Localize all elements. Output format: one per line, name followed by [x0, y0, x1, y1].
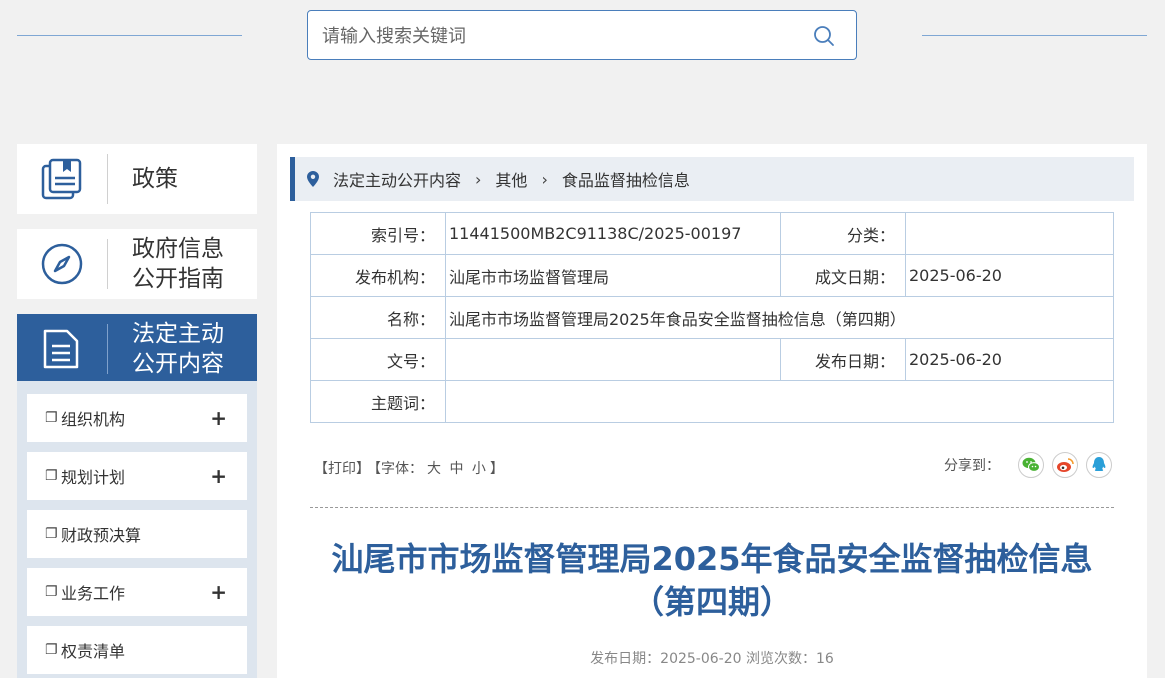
breadcrumb-item[interactable]: 其他: [495, 167, 527, 191]
category-guide[interactable]: 政府信息 公开指南: [17, 229, 257, 299]
breadcrumb-item[interactable]: 食品监督抽检信息: [562, 167, 690, 191]
category-label: 法定主动 公开内容: [132, 314, 224, 384]
written-date-label: 成文日期：: [780, 254, 906, 297]
wechat-share-icon[interactable]: [1018, 452, 1044, 478]
category-separator: [107, 324, 108, 374]
chevron-right-icon: ›: [475, 169, 482, 189]
expand-icon[interactable]: +: [210, 406, 227, 430]
docno-label: 文号：: [310, 338, 446, 381]
subnav-label: 组织机构: [61, 410, 126, 429]
header-divider-right: [922, 35, 1147, 36]
breadcrumb-item[interactable]: 法定主动公开内容: [333, 167, 461, 191]
chevron-right-icon: ›: [541, 169, 548, 189]
copy-icon: ❐: [45, 410, 58, 426]
category-separator: [107, 239, 108, 289]
index-label: 索引号：: [310, 212, 446, 255]
share-label: 分享到：: [944, 458, 1000, 474]
subnav-item-organization[interactable]: ❐ 组织机构 +: [27, 394, 247, 442]
category-separator: [107, 154, 108, 204]
copy-icon: ❐: [45, 584, 58, 600]
search-input[interactable]: [322, 23, 792, 49]
article-title-line2: （第四期）: [631, 583, 792, 621]
document-icon: [43, 329, 79, 369]
location-pin-icon: [307, 171, 319, 187]
font-medium-button[interactable]: 中: [449, 461, 463, 477]
search-icon[interactable]: [812, 24, 836, 48]
compass-icon: [41, 243, 83, 285]
table-row: 索引号： 11441500MB2C91138C/2025-00197 分类：: [310, 212, 1114, 255]
weibo-share-icon[interactable]: [1052, 452, 1078, 478]
copy-icon: ❐: [45, 468, 58, 484]
category-value: [905, 212, 1114, 255]
index-value: 11441500MB2C91138C/2025-00197: [445, 212, 781, 255]
name-value: 汕尾市市场监督管理局2025年食品安全监督抽检信息（第四期）: [445, 296, 1114, 339]
written-date-value: 2025-06-20: [905, 254, 1114, 297]
publish-date-value: 2025-06-20: [905, 338, 1114, 381]
category-statutory-disclosure[interactable]: 法定主动 公开内容: [17, 314, 257, 381]
category-label: 政策: [132, 166, 178, 192]
qq-share-icon[interactable]: [1086, 452, 1112, 478]
table-row: 发布机构： 汕尾市市场监督管理局 成文日期： 2025-06-20: [310, 254, 1114, 297]
subnav-item-budget[interactable]: ❐ 财政预决算: [27, 510, 247, 558]
publish-date-label: 发布日期：: [780, 338, 906, 381]
document-meta-table: 索引号： 11441500MB2C91138C/2025-00197 分类： 发…: [310, 212, 1114, 423]
category-label-line1: 政府信息: [132, 236, 224, 262]
category-label: 政府信息 公开指南: [132, 229, 224, 299]
breadcrumb: 法定主动公开内容 › 其他 › 食品监督抽检信息: [290, 157, 1134, 201]
subnav-label: 权责清单: [61, 642, 126, 661]
subnav-label: 业务工作: [61, 584, 126, 603]
search-box: [307, 10, 857, 60]
font-size-suffix: 】: [489, 461, 504, 477]
subnav-label: 规划计划: [61, 468, 126, 487]
expand-icon[interactable]: +: [210, 464, 227, 488]
subnav-item-planning[interactable]: ❐ 规划计划 +: [27, 452, 247, 500]
font-size-prefix: 【字体：: [374, 461, 423, 477]
category-label: 分类：: [780, 212, 906, 255]
category-label-line1: 法定主动: [132, 321, 224, 347]
publisher-value: 汕尾市市场监督管理局: [445, 254, 781, 297]
article-publish-info: 发布日期：2025-06-20 浏览次数：16: [590, 651, 834, 667]
keywords-label: 主题词：: [310, 380, 446, 423]
docno-value: [445, 338, 781, 381]
article-tools: 【打印】 【字体：大 中 小】: [314, 458, 508, 478]
expand-icon[interactable]: +: [210, 580, 227, 604]
article-title-line1: 汕尾市市场监督管理局2025年食品安全监督抽检信息: [331, 540, 1093, 578]
category-label-line2: 公开指南: [132, 266, 224, 292]
font-large-button[interactable]: 大: [427, 461, 441, 477]
print-button[interactable]: 【打印】: [314, 461, 370, 477]
share-bar: 分享到：: [944, 452, 1112, 478]
subnav-label: 财政预决算: [61, 526, 142, 545]
header-divider-left: [17, 35, 242, 36]
category-policy[interactable]: 政策: [17, 144, 257, 214]
name-label: 名称：: [310, 296, 446, 339]
document-stack-icon: [41, 158, 82, 200]
keywords-value: [445, 380, 1114, 423]
publisher-label: 发布机构：: [310, 254, 446, 297]
category-label-line2: 公开内容: [132, 351, 224, 377]
table-row: 文号： 发布日期： 2025-06-20: [310, 338, 1114, 381]
subnav-item-responsibility-list[interactable]: ❐ 权责清单: [27, 626, 247, 674]
table-row: 主题词：: [310, 380, 1114, 423]
subnav-item-business[interactable]: ❐ 业务工作 +: [27, 568, 247, 616]
article-title: 汕尾市市场监督管理局2025年食品安全监督抽检信息 （第四期）: [310, 538, 1114, 624]
content-divider: [310, 507, 1114, 508]
table-row: 名称： 汕尾市市场监督管理局2025年食品安全监督抽检信息（第四期）: [310, 296, 1114, 339]
font-small-button[interactable]: 小: [472, 461, 486, 477]
copy-icon: ❐: [45, 642, 58, 658]
copy-icon: ❐: [45, 526, 58, 542]
